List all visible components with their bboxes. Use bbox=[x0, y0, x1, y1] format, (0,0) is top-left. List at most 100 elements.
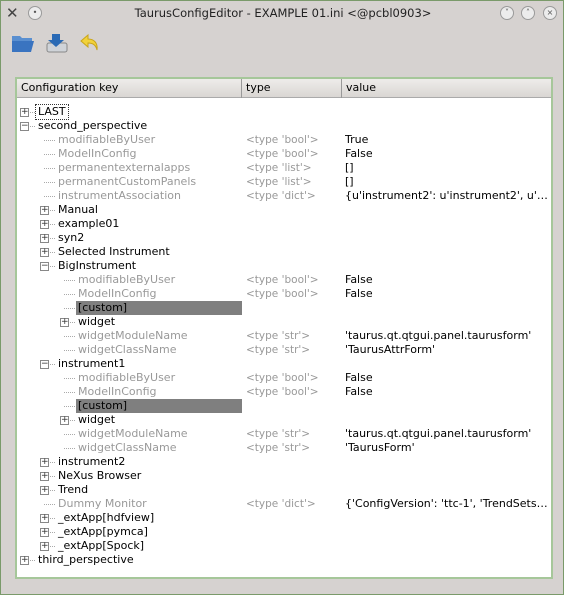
save-icon[interactable] bbox=[44, 31, 70, 55]
tree-row[interactable]: + Manual bbox=[17, 203, 551, 217]
expand-icon[interactable]: + bbox=[40, 206, 49, 215]
tree-row[interactable]: widgetModuleName <type 'str'> 'taurus.qt.q… bbox=[17, 329, 551, 343]
row-key[interactable]: _extApp[hdfview] bbox=[56, 511, 156, 525]
row-key[interactable]: second_perspective bbox=[36, 119, 149, 133]
row-key[interactable]: [custom] bbox=[76, 399, 242, 413]
row-key[interactable]: Trend bbox=[56, 483, 90, 497]
tree-row[interactable]: widgetClassName <type 'str'> 'TaurusForm' bbox=[17, 441, 551, 455]
row-key[interactable]: ModelInConfig bbox=[76, 287, 159, 301]
row-key[interactable]: Dummy Monitor bbox=[56, 497, 149, 511]
row-key[interactable]: _extApp[Spock] bbox=[56, 539, 146, 553]
row-key[interactable]: instrument1 bbox=[56, 357, 127, 371]
row-key[interactable]: BigInstrument bbox=[56, 259, 138, 273]
expand-icon[interactable]: + bbox=[40, 486, 49, 495]
row-key[interactable]: Manual bbox=[56, 203, 100, 217]
tree-row[interactable]: + _extApp[pymca] bbox=[17, 525, 551, 539]
tree-row[interactable]: widgetModuleName <type 'str'> 'taurus.qt.q… bbox=[17, 427, 551, 441]
row-key[interactable]: permanentexternalapps bbox=[56, 161, 192, 175]
expand-icon[interactable]: + bbox=[40, 472, 49, 481]
tree-row[interactable]: + Selected Instrument bbox=[17, 245, 551, 259]
tree-row[interactable]: ModelInConfig <type 'bool'> False bbox=[17, 147, 551, 161]
row-value[interactable]: False bbox=[345, 147, 549, 161]
tree-row[interactable]: + LAST bbox=[17, 104, 551, 120]
row-key[interactable]: modifiableByUser bbox=[76, 273, 177, 287]
expand-icon[interactable]: + bbox=[20, 108, 29, 117]
row-value[interactable]: True bbox=[345, 133, 549, 147]
tree-row[interactable]: − BigInstrument bbox=[17, 259, 551, 273]
expand-icon[interactable]: + bbox=[40, 248, 49, 257]
column-header-type[interactable]: type bbox=[242, 79, 342, 98]
tree-row[interactable]: + instrument2 bbox=[17, 455, 551, 469]
expand-icon[interactable]: + bbox=[40, 234, 49, 243]
row-key[interactable]: third_perspective bbox=[36, 553, 136, 567]
row-key[interactable]: example01 bbox=[56, 217, 121, 231]
tree-row[interactable]: + NeXus Browser bbox=[17, 469, 551, 483]
row-key[interactable]: NeXus Browser bbox=[56, 469, 143, 483]
tree-row[interactable]: ModelInConfig <type 'bool'> False bbox=[17, 287, 551, 301]
tree-row[interactable]: [custom] bbox=[17, 301, 551, 315]
row-value[interactable]: {'ConfigVersion': 'ttc-1', 'TrendSets':… bbox=[345, 497, 549, 511]
tree-row[interactable]: permanentexternalapps <type 'list'> [] bbox=[17, 161, 551, 175]
row-key[interactable]: ModelInConfig bbox=[76, 385, 159, 399]
row-value[interactable]: False bbox=[345, 371, 549, 385]
row-key[interactable]: instrument2 bbox=[56, 455, 127, 469]
tree-row[interactable]: − second_perspective bbox=[17, 119, 551, 133]
row-value[interactable]: False bbox=[345, 273, 549, 287]
open-folder-icon[interactable] bbox=[10, 31, 36, 55]
expand-icon[interactable]: + bbox=[40, 528, 49, 537]
row-key[interactable]: _extApp[pymca] bbox=[56, 525, 150, 539]
row-key[interactable]: permanentCustomPanels bbox=[56, 175, 198, 189]
row-value[interactable]: [] bbox=[345, 161, 549, 175]
maximize-button[interactable]: ˄ bbox=[521, 6, 535, 20]
expand-icon[interactable]: + bbox=[40, 542, 49, 551]
tree-row[interactable]: + syn2 bbox=[17, 231, 551, 245]
collapse-icon[interactable]: − bbox=[20, 122, 29, 131]
expand-icon[interactable]: + bbox=[20, 556, 29, 565]
expand-icon[interactable]: + bbox=[40, 220, 49, 229]
row-key[interactable]: widgetClassName bbox=[76, 343, 179, 357]
tree-row[interactable]: + example01 bbox=[17, 217, 551, 231]
row-key[interactable]: widgetModuleName bbox=[76, 329, 190, 343]
expand-icon[interactable]: + bbox=[40, 458, 49, 467]
undo-icon[interactable] bbox=[78, 31, 104, 55]
row-key[interactable]: widget bbox=[76, 413, 117, 427]
row-key[interactable]: widgetClassName bbox=[76, 441, 179, 455]
row-value[interactable]: 'taurus.qt.qtgui.panel.taurusform' bbox=[345, 329, 549, 343]
row-key[interactable]: modifiableByUser bbox=[76, 371, 177, 385]
row-key[interactable]: [custom] bbox=[76, 301, 242, 315]
row-key[interactable]: widgetModuleName bbox=[76, 427, 190, 441]
tree-row[interactable]: widgetClassName <type 'str'> 'TaurusAttrFo… bbox=[17, 343, 551, 357]
tree-row[interactable]: + widget bbox=[17, 315, 551, 329]
row-key[interactable]: Selected Instrument bbox=[56, 245, 172, 259]
row-value[interactable]: 'TaurusForm' bbox=[345, 441, 549, 455]
collapse-icon[interactable]: − bbox=[40, 360, 49, 369]
tree-row[interactable]: + _extApp[hdfview] bbox=[17, 511, 551, 525]
row-key[interactable]: LAST bbox=[35, 104, 69, 120]
tree-row[interactable]: + third_perspective bbox=[17, 553, 551, 567]
tree-row[interactable]: modifiableByUser <type 'bool'> True bbox=[17, 133, 551, 147]
row-value[interactable]: [] bbox=[345, 175, 549, 189]
row-value[interactable]: 'TaurusAttrForm' bbox=[345, 343, 549, 357]
expand-icon[interactable]: + bbox=[60, 416, 69, 425]
row-key[interactable]: modifiableByUser bbox=[56, 133, 157, 147]
tree-row[interactable]: ModelInConfig <type 'bool'> False bbox=[17, 385, 551, 399]
row-key[interactable]: instrumentAssociation bbox=[56, 189, 183, 203]
column-header-value[interactable]: value bbox=[342, 79, 551, 98]
collapse-icon[interactable]: − bbox=[40, 262, 49, 271]
expand-icon[interactable]: + bbox=[40, 514, 49, 523]
config-tree[interactable]: Configuration key type value + LAST − secon… bbox=[15, 77, 553, 579]
tree-row[interactable]: instrumentAssociation <type 'dict'> {u'ins… bbox=[17, 189, 551, 203]
tree-row[interactable]: Dummy Monitor <type 'dict'> {'ConfigVersio… bbox=[17, 497, 551, 511]
row-value[interactable]: False bbox=[345, 287, 549, 301]
row-value[interactable]: {u'instrument2': u'instrument2', u'Bi… bbox=[345, 189, 549, 203]
tree-row[interactable]: + Trend bbox=[17, 483, 551, 497]
close-button[interactable]: × bbox=[543, 6, 557, 20]
tree-row[interactable]: permanentCustomPanels <type 'list'> [] bbox=[17, 175, 551, 189]
tree-row[interactable]: [custom] bbox=[17, 399, 551, 413]
tree-row[interactable]: modifiableByUser <type 'bool'> False bbox=[17, 371, 551, 385]
minimize-button[interactable]: ˅ bbox=[500, 6, 514, 20]
row-value[interactable]: False bbox=[345, 385, 549, 399]
row-key[interactable]: ModelInConfig bbox=[56, 147, 139, 161]
column-header-key[interactable]: Configuration key bbox=[17, 79, 242, 98]
row-value[interactable]: 'taurus.qt.qtgui.panel.taurusform' bbox=[345, 427, 549, 441]
